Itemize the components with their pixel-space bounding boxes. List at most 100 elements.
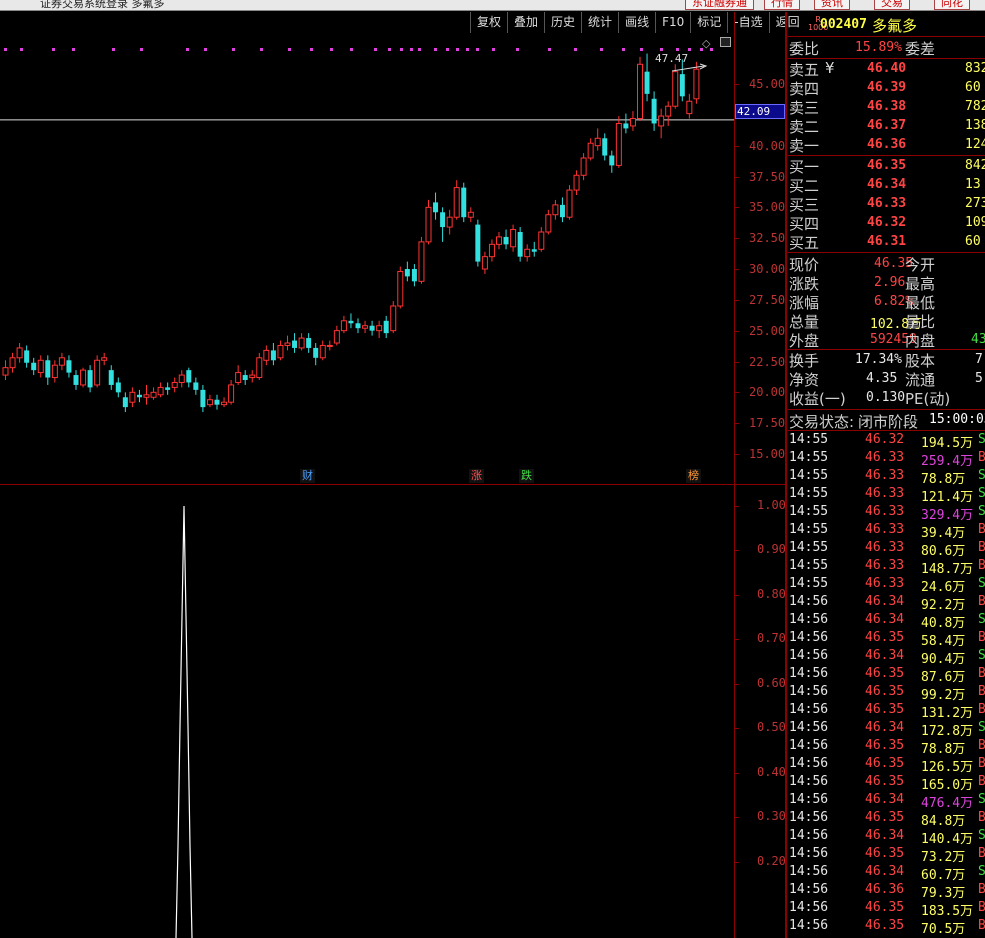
tick-row[interactable]: 14:55 46.33 148.7万 B bbox=[788, 558, 985, 577]
signal-dot bbox=[330, 48, 333, 51]
ask-row: 卖五 ¥46.40 832 bbox=[788, 59, 985, 79]
bid-level-label: 买一 bbox=[789, 158, 820, 176]
tick-row[interactable]: 14:56 46.35 70.5万 B bbox=[788, 918, 985, 937]
tick-volume: 84.8万 bbox=[921, 814, 966, 829]
top-button-0[interactable]: 东证融券通 bbox=[685, 0, 754, 10]
tick-side: B bbox=[978, 882, 985, 897]
tick-row[interactable]: 14:55 46.32 194.5万 S bbox=[788, 432, 985, 451]
candle-body bbox=[686, 100, 693, 115]
tick-row[interactable]: 14:56 46.35 165.0万 B bbox=[788, 774, 985, 793]
quote-label: 外盘 bbox=[789, 332, 820, 350]
tick-row[interactable]: 14:56 46.34 90.4万 S bbox=[788, 648, 985, 667]
signal-dot bbox=[476, 48, 479, 51]
quote-panel: R 1000 002407 多氟多 委比 15.89% 委差 卖五 ¥46.40 8… bbox=[788, 12, 985, 938]
fundamental-right-value: 7 bbox=[975, 352, 983, 367]
tick-price: 46.33 bbox=[865, 486, 905, 501]
trade-status-row: 交易状态: 闭市阶段 15:00:03 bbox=[788, 411, 985, 431]
tick-row[interactable]: 14:56 46.34 172.8万 S bbox=[788, 720, 985, 739]
candle-body bbox=[623, 123, 629, 129]
candlestick-chart[interactable] bbox=[0, 14, 734, 484]
tick-row[interactable]: 14:56 46.35 58.4万 B bbox=[788, 630, 985, 649]
peak-label: 47.47 bbox=[655, 52, 688, 65]
tick-row[interactable]: 14:55 46.33 121.4万 S bbox=[788, 486, 985, 505]
tick-side: B bbox=[978, 594, 985, 609]
signal-dot bbox=[350, 48, 353, 51]
ask-level-label: 卖三 bbox=[789, 99, 820, 117]
candle-body bbox=[270, 350, 276, 361]
tick-row[interactable]: 14:56 46.34 40.8万 S bbox=[788, 612, 985, 631]
tick-price: 46.32 bbox=[865, 432, 905, 447]
tick-row[interactable]: 14:55 46.33 329.4万 S bbox=[788, 504, 985, 523]
top-button-1[interactable]: 行情 bbox=[764, 0, 800, 10]
indicator-axis-label: 0.50 bbox=[757, 720, 786, 735]
price-axis-label: 37.50 bbox=[749, 169, 786, 184]
tick-row[interactable]: 14:56 46.35 87.6万 B bbox=[788, 666, 985, 685]
event-mark-finance[interactable]: 财 bbox=[300, 469, 315, 483]
tick-price: 46.34 bbox=[865, 612, 905, 627]
tick-price: 46.34 bbox=[865, 594, 905, 609]
tick-row[interactable]: 14:56 46.34 60.7万 S bbox=[788, 864, 985, 883]
tick-volume: 148.7万 bbox=[921, 562, 974, 577]
candle-body bbox=[249, 374, 256, 379]
tick-side: S bbox=[978, 720, 985, 735]
tick-volume: 259.4万 bbox=[921, 454, 974, 469]
tick-row[interactable]: 14:55 46.33 24.6万 S bbox=[788, 576, 985, 595]
tick-volume: 40.8万 bbox=[921, 616, 966, 631]
tick-row[interactable]: 14:55 46.33 80.6万 B bbox=[788, 540, 985, 559]
tick-row[interactable]: 14:56 46.35 131.2万 B bbox=[788, 702, 985, 721]
fundamental-value: 4.35 bbox=[866, 371, 898, 386]
stock-name: 多氟多 bbox=[872, 17, 918, 35]
candle-body bbox=[186, 370, 192, 383]
candle-body bbox=[292, 340, 298, 348]
signal-dot bbox=[548, 48, 551, 51]
price-axis-tick bbox=[735, 84, 739, 85]
candle-body bbox=[467, 211, 474, 218]
quote-row: 总量 102.8万 量比 bbox=[788, 311, 985, 332]
bid-price: 46.34 bbox=[867, 177, 907, 192]
candle-body bbox=[129, 391, 136, 403]
top-button-4[interactable]: 同花 bbox=[934, 0, 970, 10]
tick-row[interactable]: 14:56 46.35 183.5万 B bbox=[788, 900, 985, 919]
tick-price: 46.34 bbox=[865, 828, 905, 843]
indicator-axis-tick bbox=[735, 506, 739, 507]
tick-row[interactable]: 14:56 46.35 84.8万 B bbox=[788, 810, 985, 829]
candle-body bbox=[566, 189, 573, 218]
event-mark-up[interactable]: 涨 bbox=[469, 469, 484, 483]
tick-row[interactable]: 14:56 46.34 92.2万 B bbox=[788, 594, 985, 613]
trade-status-time: 15:00:03 bbox=[929, 412, 985, 427]
tick-row[interactable]: 14:55 46.33 259.4万 B bbox=[788, 450, 985, 469]
tick-price: 46.35 bbox=[865, 846, 905, 861]
tick-volume: 140.4万 bbox=[921, 832, 974, 847]
tick-row[interactable]: 14:55 46.33 78.8万 S bbox=[788, 468, 985, 487]
tick-row[interactable]: 14:56 46.34 140.4万 S bbox=[788, 828, 985, 847]
price-axis-tick bbox=[735, 330, 739, 332]
tick-row[interactable]: 14:55 46.33 39.4万 B bbox=[788, 522, 985, 541]
tick-row[interactable]: 14:56 46.36 79.3万 B bbox=[788, 882, 985, 901]
tick-side: S bbox=[978, 864, 985, 879]
candle-body bbox=[122, 397, 128, 408]
panel-toggle-icon[interactable] bbox=[720, 37, 731, 47]
tick-volume: 24.6万 bbox=[921, 580, 966, 595]
price-axis-tick bbox=[735, 299, 739, 301]
tick-row[interactable]: 14:56 46.35 78.8万 B bbox=[788, 738, 985, 757]
tick-row[interactable]: 14:56 46.35 73.2万 B bbox=[788, 846, 985, 865]
tick-time: 14:56 bbox=[789, 882, 829, 897]
quote-right-label: 最高 bbox=[905, 275, 936, 293]
event-mark-list[interactable]: 榜 bbox=[686, 469, 701, 483]
quote-label: 总量 bbox=[789, 313, 820, 331]
ratio-value: 15.89% bbox=[855, 40, 902, 55]
signal-dot bbox=[466, 48, 469, 51]
diamond-icon[interactable]: ◇ bbox=[702, 37, 710, 50]
candle-body bbox=[390, 305, 397, 332]
tick-row[interactable]: 14:56 46.35 99.2万 B bbox=[788, 684, 985, 703]
indicator-chart[interactable] bbox=[0, 486, 734, 938]
signal-dot bbox=[516, 48, 519, 51]
tick-time: 14:56 bbox=[789, 900, 829, 915]
tick-row[interactable]: 14:56 46.34 476.4万 S bbox=[788, 792, 985, 811]
top-button-2[interactable]: 资讯 bbox=[814, 0, 850, 10]
event-mark-down[interactable]: 跌 bbox=[519, 469, 534, 483]
bid-volume: 60 bbox=[965, 234, 981, 249]
tick-row[interactable]: 14:56 46.35 126.5万 B bbox=[788, 756, 985, 775]
signal-dot bbox=[456, 48, 459, 51]
top-button-3[interactable]: 交易 bbox=[874, 0, 910, 10]
